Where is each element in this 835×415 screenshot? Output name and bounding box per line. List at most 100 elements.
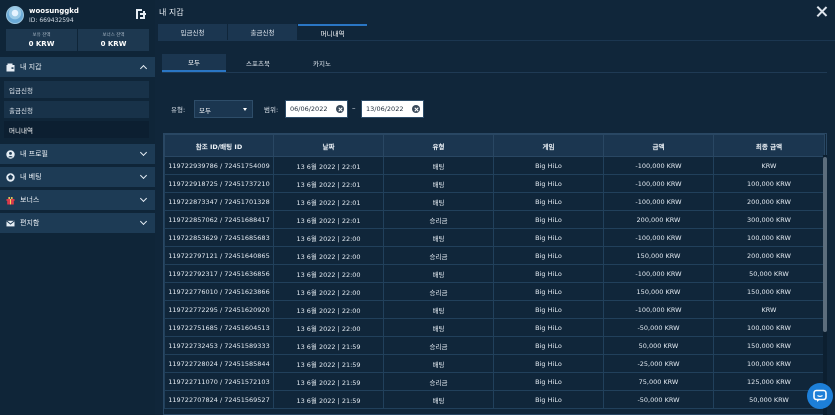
cell-amount: -100,000 KRW (603, 156, 714, 175)
cell-amount: 150,000 KRW (603, 246, 714, 265)
page-title: 내 지갑 (159, 8, 184, 17)
range-separator: – (352, 104, 356, 112)
cell-final-amount: 100,000 KRW (713, 174, 825, 193)
cell-date: 13 6월 2022 | 22:00 (273, 228, 384, 247)
sidebar-item-withdraw[interactable]: 출금신청 (4, 101, 149, 118)
tab-all[interactable]: 모두 (162, 54, 226, 72)
cell-ref-id: 119722918725 / 72451737210 (164, 174, 274, 193)
cell-type: 배팅 (383, 300, 494, 319)
cell-game: Big HiLo (493, 228, 604, 247)
sidebar-item-bets-label: 내 베팅 (20, 173, 42, 181)
main-balance-value: 0 KRW (28, 40, 55, 48)
tab-sportsbook[interactable]: 스포츠북 (226, 54, 290, 72)
cell-type: 승리금 (383, 372, 494, 391)
cell-final-amount: 150,000 KRW (713, 282, 825, 301)
chevron-up-icon (139, 64, 148, 73)
sidebar-item-bonus[interactable]: 보너스 (0, 190, 155, 211)
cell-final-amount: 125,000 KRW (713, 372, 825, 391)
scrollbar-thumb[interactable] (823, 157, 827, 332)
sidebar-item-mailbox-label: 편지함 (20, 219, 40, 227)
cell-date: 13 6월 2022 | 21:59 (273, 336, 384, 355)
cell-game: Big HiLo (493, 246, 604, 265)
date-from-value: 06/06/2022 (290, 105, 328, 113)
tab-casino[interactable]: 카지노 (290, 54, 354, 72)
cell-date: 13 6월 2022 | 21:59 (273, 354, 384, 373)
cell-final-amount: KRW (713, 300, 825, 319)
date-from-field[interactable]: 06/06/2022 (285, 100, 348, 118)
table-scrollbar[interactable] (823, 155, 827, 415)
table-row: 119722873347 / 72451701328 13 6월 2022 | 2… (164, 192, 825, 211)
username: woosunggkd (29, 7, 79, 15)
cell-final-amount: 100,000 KRW (713, 228, 825, 247)
table-row: 119722728024 / 72451585844 13 6월 2022 | 2… (164, 354, 825, 373)
sidebar: woosunggkd ID: 669432594 보유 잔액 0 KRW 보너스… (0, 0, 155, 415)
cell-date: 13 6월 2022 | 22:00 (273, 282, 384, 301)
chat-button[interactable] (807, 383, 833, 409)
cell-final-amount: 200,000 KRW (713, 192, 825, 211)
range-label: 범위: (264, 106, 279, 114)
cell-amount: -100,000 KRW (603, 192, 714, 211)
cell-type: 배팅 (383, 192, 494, 211)
tab-money-history[interactable]: 머니내역 (298, 24, 367, 40)
cell-date: 13 6월 2022 | 21:59 (273, 390, 384, 409)
cell-ref-id: 119722728024 / 72451585844 (164, 354, 274, 373)
cell-type: 배팅 (383, 318, 494, 337)
wallet-panel: 내 지갑 입금신청 출금신청 머니내역 모두 스포츠북 카지노 유형: 모두 범… (156, 0, 835, 415)
cell-final-amount: 300,000 KRW (713, 210, 825, 229)
date-to-field[interactable]: 13/06/2022 (361, 100, 424, 118)
table-row: 119722857062 / 72451688417 13 6월 2022 | 2… (164, 210, 825, 229)
cell-date: 13 6월 2022 | 22:01 (273, 210, 384, 229)
sidebar-item-money-history[interactable]: 머니내역 (4, 121, 149, 138)
cell-ref-id: 119722853629 / 72451685683 (164, 228, 274, 247)
cell-type: 배팅 (383, 390, 494, 409)
cell-type: 배팅 (383, 156, 494, 175)
table-row: 119722853629 / 72451685683 13 6월 2022 | 2… (164, 228, 825, 247)
cell-date: 13 6월 2022 | 22:00 (273, 318, 384, 337)
cell-date: 13 6월 2022 | 21:59 (273, 372, 384, 391)
close-icon[interactable] (816, 6, 827, 17)
cell-ref-id: 119722776010 / 72451623866 (164, 282, 274, 301)
cell-type: 배팅 (383, 264, 494, 283)
cell-date: 13 6월 2022 | 22:01 (273, 174, 384, 193)
type-select[interactable]: 모두 (194, 100, 253, 118)
column-date: 날짜 (273, 134, 384, 157)
cell-amount: 75,000 KRW (603, 372, 714, 391)
cell-type: 승리금 (383, 246, 494, 265)
balance-panel: 보유 잔액 0 KRW 보너스 잔액 0 KRW (6, 29, 149, 51)
sidebar-item-wallet[interactable]: 내 지갑 (0, 57, 155, 78)
clear-date-from-icon[interactable] (336, 105, 344, 113)
category-divider (162, 72, 827, 73)
main-balance: 보유 잔액 0 KRW (6, 29, 77, 51)
tab-withdraw[interactable]: 출금신청 (228, 24, 297, 40)
cell-amount: -25,000 KRW (603, 354, 714, 373)
cell-date: 13 6월 2022 | 22:00 (273, 300, 384, 319)
table-header: 참조 ID/배팅 ID 날짜 유형 게임 금액 최종 금액 (164, 134, 825, 157)
sidebar-item-mailbox[interactable]: 편지함 (0, 213, 155, 234)
chevron-down-icon (139, 148, 148, 157)
sidebar-item-deposit[interactable]: 입금신청 (4, 81, 149, 98)
cell-game: Big HiLo (493, 336, 604, 355)
exchange-icon[interactable] (135, 8, 147, 20)
tab-deposit[interactable]: 입금신청 (158, 24, 227, 40)
cell-amount: -100,000 KRW (603, 228, 714, 247)
cell-ref-id: 119722797121 / 72451640865 (164, 246, 274, 265)
column-amount: 금액 (603, 134, 714, 157)
cell-date: 13 6월 2022 | 22:00 (273, 264, 384, 283)
cell-final-amount: 100,000 KRW (713, 318, 825, 337)
chevron-down-icon (139, 194, 148, 203)
user-panel: woosunggkd ID: 669432594 (6, 5, 149, 27)
title-bar: 내 지갑 (156, 0, 835, 24)
table-row: 119722792317 / 72451636856 13 6월 2022 | 2… (164, 264, 825, 283)
sidebar-item-bets[interactable]: 내 베팅 (0, 167, 155, 188)
caret-down-icon (243, 108, 247, 111)
sidebar-item-profile-label: 내 프로필 (20, 150, 48, 158)
cell-final-amount: 150,000 KRW (713, 336, 825, 355)
sidebar-item-profile[interactable]: 내 프로필 (0, 144, 155, 165)
clear-date-to-icon[interactable] (412, 105, 420, 113)
table-row: 119722711070 / 72451572103 13 6월 2022 | 2… (164, 372, 825, 391)
gift-icon (6, 196, 15, 205)
table-body: 119722939786 / 72451754009 13 6월 2022 | 2… (164, 156, 825, 409)
table-row: 119722776010 / 72451623866 13 6월 2022 | 2… (164, 282, 825, 301)
wallet-tabs: 입금신청 출금신청 머니내역 (158, 24, 368, 40)
tabs-divider (158, 40, 835, 41)
